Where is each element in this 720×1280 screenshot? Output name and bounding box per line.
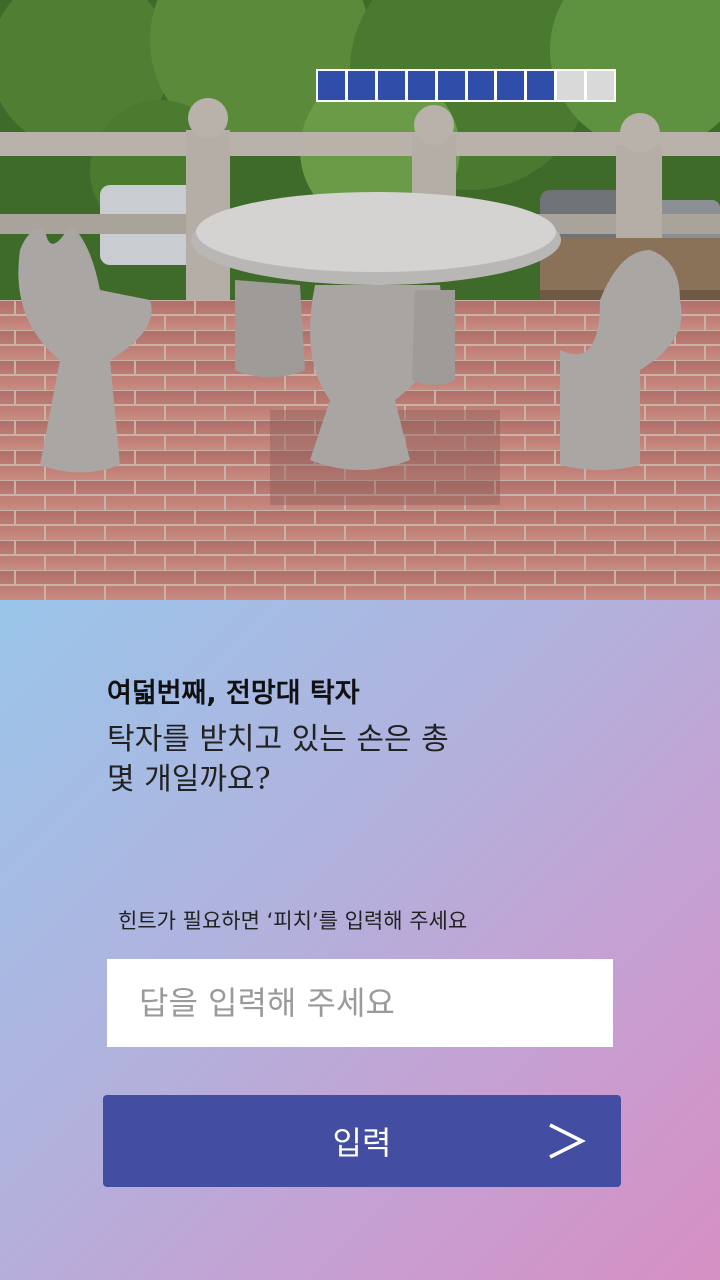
chevron-right-icon bbox=[549, 1123, 586, 1159]
progress-segment-filled bbox=[377, 71, 405, 100]
progress-segment-filled bbox=[527, 71, 555, 100]
progress-segment-filled bbox=[467, 71, 495, 100]
progress-bar bbox=[316, 69, 616, 102]
answer-input[interactable] bbox=[107, 959, 613, 1047]
progress-segment-filled bbox=[347, 71, 375, 100]
question-text: 탁자를 받치고 있는 손은 총 몇 개일까요? bbox=[107, 720, 547, 800]
hint-text: 힌트가 필요하면 ‘피치’를 입력해 주세요 bbox=[118, 909, 468, 933]
question-title: 여덟번째, 전망대 탁자 bbox=[107, 678, 360, 709]
progress-segment-filled bbox=[407, 71, 435, 100]
question-line-1: 탁자를 받치고 있는 손은 총 bbox=[107, 722, 449, 757]
submit-button[interactable]: 입력 bbox=[103, 1095, 621, 1187]
progress-segment-empty bbox=[557, 71, 585, 100]
question-line-2: 몇 개일까요? bbox=[107, 762, 271, 797]
submit-label: 입력 bbox=[332, 1124, 392, 1162]
progress-segment-filled bbox=[437, 71, 465, 100]
progress-segment-filled bbox=[318, 71, 345, 100]
question-panel: 여덟번째, 전망대 탁자 탁자를 받치고 있는 손은 총 몇 개일까요? 힌트가… bbox=[0, 600, 720, 1280]
progress-segment-filled bbox=[497, 71, 525, 100]
progress-segment-empty bbox=[587, 71, 615, 100]
